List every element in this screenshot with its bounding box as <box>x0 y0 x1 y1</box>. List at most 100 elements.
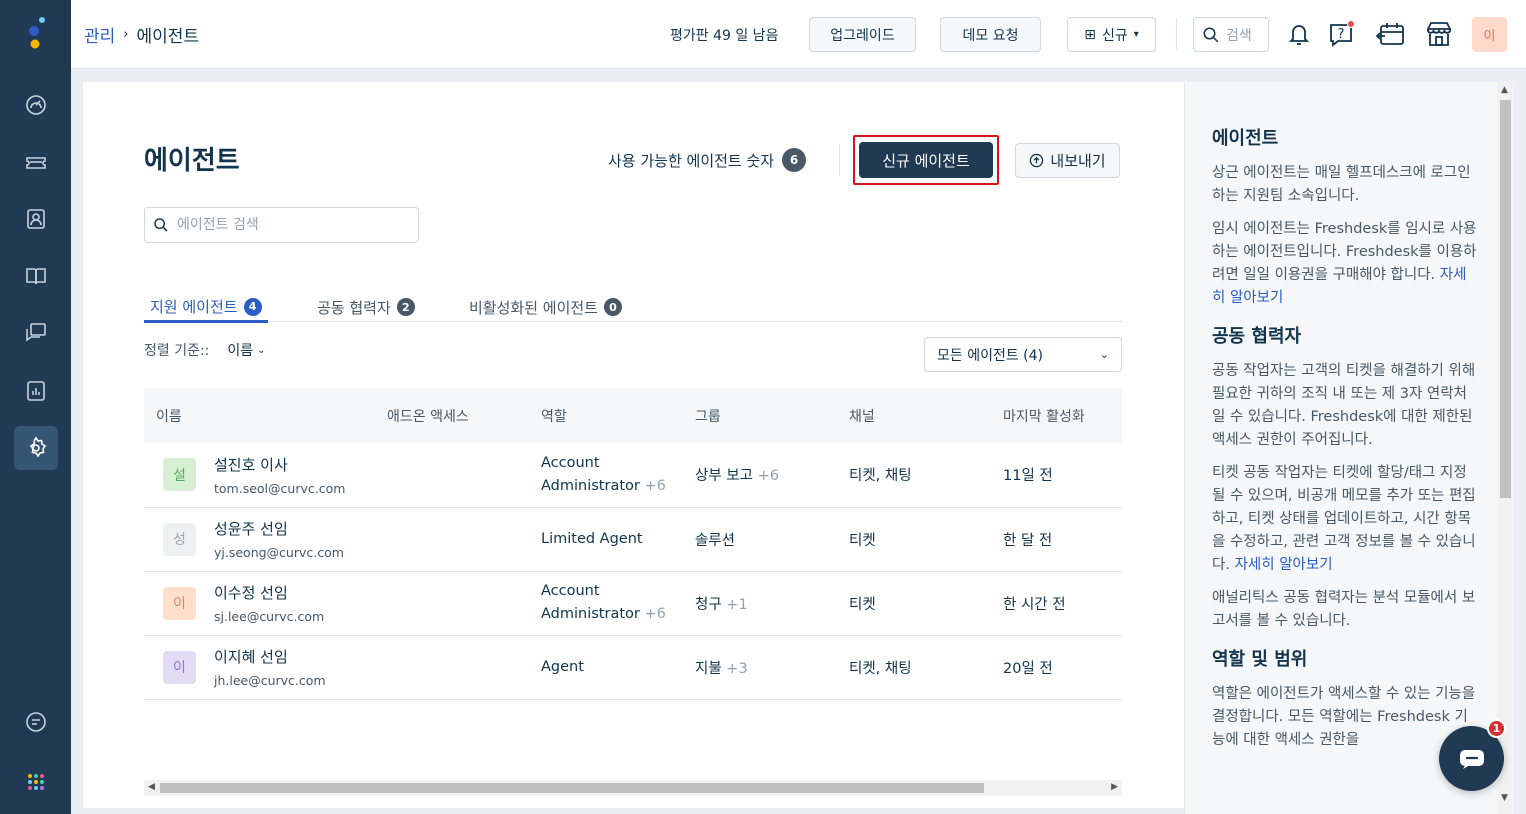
scrollbar-thumb[interactable] <box>1500 100 1511 498</box>
help-text: 공동 작업자는 고객의 티켓을 해결하기 위해 필요한 귀하의 조직 내 또는 … <box>1212 363 1476 448</box>
breadcrumb-admin-link[interactable]: 관리 <box>84 22 115 47</box>
name-cell: 설 설진호 이사 tom.seol@curvc.com <box>144 443 375 507</box>
group-extra: +6 <box>757 468 779 485</box>
group-name: 솔루션 <box>695 532 736 549</box>
solutions-icon[interactable] <box>14 254 58 298</box>
role-line: Limited Agent <box>541 531 643 547</box>
addon-access-cell <box>375 443 529 507</box>
marketplace-icon[interactable] <box>1423 18 1455 50</box>
help-text: 상근 에이전트는 매일 헬프데스크에 로그인하는 지원팀 소속입니다. <box>1212 165 1471 204</box>
left-nav <box>0 0 71 814</box>
header-search[interactable]: 검색 <box>1193 17 1269 52</box>
group-extra: +3 <box>726 660 748 677</box>
breadcrumb: 관리 › 에이전트 <box>84 22 199 47</box>
avatar: 이 <box>163 650 196 684</box>
agent-email: yj.seong@curvc.com <box>214 545 344 560</box>
agent-tabs: 지원 에이전트 4 공동 협력자 2 비활성화된 에이전트 0 <box>144 287 1122 323</box>
dashboard-icon[interactable] <box>14 83 58 127</box>
channel-cell: 티켓, 채팅 <box>849 468 912 485</box>
scroll-down-icon[interactable]: ▼ <box>1501 793 1508 803</box>
group-extra: +1 <box>726 596 748 613</box>
agents-table: 이름 애드온 액세스 역할 그룹 채널 마지막 활성화 설 설진호 이사 tom… <box>144 388 1122 700</box>
role-line: Account <box>541 454 600 471</box>
group-name: 지불 <box>695 660 722 677</box>
trial-remaining-text: 평가판 49 일 남음 <box>670 28 779 44</box>
chat-notification-badge: 1 <box>1487 719 1506 738</box>
learn-more-link[interactable]: 자세히 알아보기 <box>1235 557 1333 573</box>
admin-icon[interactable] <box>14 426 58 470</box>
table-row[interactable]: 이 이수정 선임 sj.lee@curvc.com Account Adminis… <box>144 571 1122 635</box>
agent-email: jh.lee@curvc.com <box>214 673 326 688</box>
scroll-left-icon[interactable]: ◀ <box>148 782 155 792</box>
logo[interactable] <box>22 14 50 54</box>
last-active-cell: 20일 전 <box>1003 660 1053 677</box>
agent-name[interactable]: 성윤주 선임 <box>214 518 344 539</box>
col-name[interactable]: 이름 <box>144 388 375 443</box>
agent-email: sj.lee@curvc.com <box>214 609 325 624</box>
agent-search-input[interactable] <box>177 217 397 233</box>
agent-name[interactable]: 이지혜 선임 <box>214 646 326 667</box>
horizontal-scrollbar[interactable]: ◀ ▶ <box>144 780 1122 796</box>
group-cell: 상부 보고 +6 <box>683 443 837 507</box>
col-group: 그룹 <box>695 408 721 425</box>
last-active-cell: 한 시간 전 <box>1003 596 1066 613</box>
breadcrumb-current: 에이전트 <box>136 27 200 47</box>
tab-label: 지원 에이전트 <box>150 298 238 316</box>
new-agent-button[interactable]: 신규 에이전트 <box>859 142 993 178</box>
svg-text:?: ? <box>1338 27 1345 42</box>
reports-icon[interactable] <box>14 369 58 413</box>
tab-count: 2 <box>396 298 415 316</box>
agent-name[interactable]: 설진호 이사 <box>214 454 345 475</box>
search-icon <box>1203 27 1219 42</box>
bell-icon[interactable] <box>1283 18 1315 50</box>
tab-collaborators[interactable]: 공동 협력자 2 <box>317 293 415 321</box>
tab-deactivated-agents[interactable]: 비활성화된 에이전트 0 <box>469 293 622 321</box>
demo-request-button[interactable]: 데모 요청 <box>940 17 1041 52</box>
chat-icon[interactable] <box>14 700 58 744</box>
help-heading-agents: 에이전트 <box>1212 128 1279 149</box>
role-cell: Account Administrator +6 <box>529 443 683 507</box>
header-search-label: 검색 <box>1226 27 1252 44</box>
avatar: 이 <box>163 586 196 620</box>
scroll-right-icon[interactable]: ▶ <box>1111 782 1118 792</box>
contacts-icon[interactable] <box>14 197 58 241</box>
export-label: 내보내기 <box>1050 152 1106 170</box>
name-cell: 이 이수정 선임 sj.lee@curvc.com <box>144 571 375 635</box>
upgrade-button[interactable]: 업그레이드 <box>809 17 916 52</box>
export-button[interactable]: 내보내기 <box>1015 143 1120 178</box>
avatar: 성 <box>163 522 196 556</box>
tab-label: 비활성화된 에이전트 <box>469 298 598 317</box>
table-row[interactable]: 성 성윤주 선임 yj.seong@curvc.com Limited Agen… <box>144 507 1122 571</box>
available-agents-count: 6 <box>782 148 807 172</box>
scroll-up-icon[interactable]: ▲ <box>1501 85 1508 95</box>
col-addon-access: 애드온 액세스 <box>387 408 469 425</box>
table-row[interactable]: 설 설진호 이사 tom.seol@curvc.com Account Admin… <box>144 443 1122 507</box>
chevron-down-icon: ⌄ <box>257 344 266 356</box>
new-dropdown-button[interactable]: ⊞ 신규 ▾ <box>1067 17 1156 52</box>
agent-name[interactable]: 이수정 선임 <box>214 582 324 603</box>
channel-cell: 티켓, 채팅 <box>849 660 912 677</box>
role-cell: Agent <box>529 635 683 699</box>
apps-icon[interactable] <box>14 760 58 804</box>
scrollbar-thumb[interactable] <box>160 783 984 793</box>
available-agents: 사용 가능한 에이전트 숫자 6 <box>608 148 807 172</box>
help-icon[interactable]: ? <box>1325 18 1357 50</box>
calendar-icon[interactable] <box>1373 18 1409 50</box>
top-header: 관리 › 에이전트 평가판 49 일 남음 업그레이드 데모 요청 ⊞ 신규 ▾… <box>71 0 1526 69</box>
vertical-scrollbar[interactable]: ▲ ▼ <box>1497 82 1514 814</box>
chevron-down-icon: ⌄ <box>1099 348 1109 361</box>
sort-dropdown[interactable]: 이름 ⌄ <box>227 340 265 360</box>
tickets-icon[interactable] <box>14 140 58 184</box>
agent-search[interactable] <box>144 207 419 243</box>
addon-access-cell <box>375 635 529 699</box>
col-role: 역할 <box>541 408 567 425</box>
new-label: 신규 <box>1101 27 1128 44</box>
discussions-icon[interactable] <box>14 311 58 355</box>
tab-support-agents[interactable]: 지원 에이전트 4 <box>144 293 268 323</box>
user-avatar[interactable]: 이 <box>1472 17 1507 52</box>
agent-filter-select[interactable]: 모든 에이전트 (4) ⌄ <box>924 337 1122 372</box>
help-text: 임시 에이전트는 Freshdesk를 임시로 사용하는 에이전트입니다. Fr… <box>1212 221 1477 306</box>
table-row[interactable]: 이 이지혜 선임 jh.lee@curvc.com Agent 지불 +3 티켓… <box>144 635 1122 699</box>
group-cell: 청구 +1 <box>683 571 837 635</box>
plus-square-icon: ⊞ <box>1084 26 1096 43</box>
